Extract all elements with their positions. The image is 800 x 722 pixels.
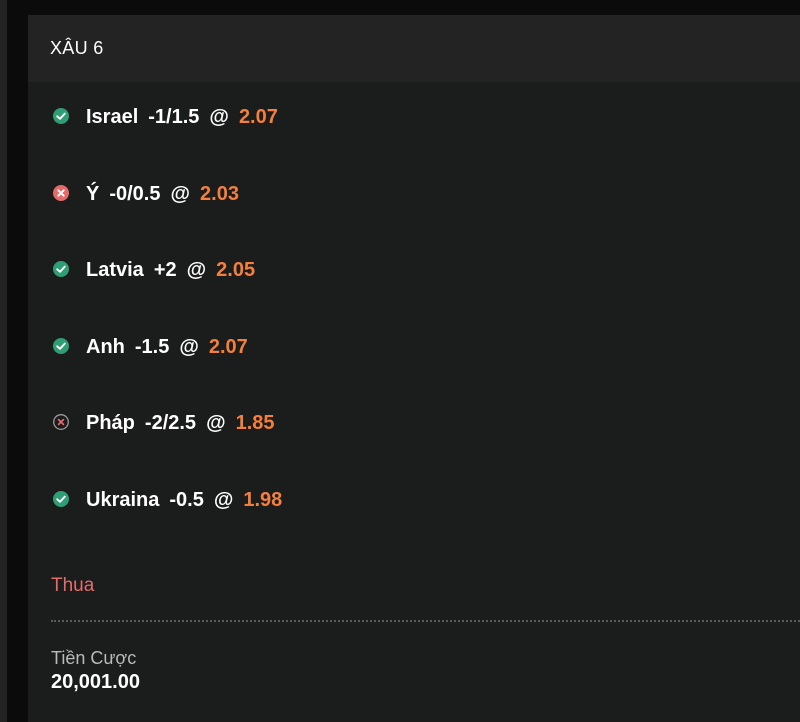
handicap: -2/2.5 [144,411,197,434]
handicap: -0.5 [169,488,204,511]
handicap: -0/0.5 [109,182,161,205]
team-name: Ý [86,182,100,205]
handicap: +2 [153,258,177,281]
check-circle-icon [52,490,72,510]
stake-label: Tiền Cược [51,648,137,668]
at-sign: @ [170,182,191,205]
handicap: -1/1.5 [148,105,200,128]
team-name: Pháp [86,411,135,434]
card-header: XÂU 6 [28,15,800,82]
bet-row: Anh -1.5 @ 2.07 [52,332,248,362]
bet-row: Pháp -2/2.5 @ 1.85 [52,408,275,438]
at-sign: @ [179,335,199,358]
team-name: Ukraina [86,488,160,511]
odds: 2.07 [238,105,278,128]
at-sign: @ [213,488,234,511]
check-circle-icon [52,260,72,280]
bet-row: Latvia +2 @ 2.05 [52,255,255,285]
parlay-card: XÂU 6 Israel -1/1.5 @ 2.07 Ý -0/0.5 @ 2.… [28,15,800,722]
at-sign: @ [186,258,207,281]
check-circle-icon [52,337,72,357]
odds: 2.03 [200,182,239,205]
bet-row: Ukraina -0.5 @ 1.98 [52,485,282,515]
odds: 2.05 [216,258,256,281]
stake-amount: 20,001.00 [51,671,140,693]
x-circle-icon [52,184,72,204]
result-status: Thua [51,575,95,596]
at-sign: @ [206,411,226,434]
at-sign: @ [209,105,229,128]
team-name: Latvia [86,258,144,281]
odds: 2.07 [208,335,248,358]
bet-row: Ý -0/0.5 @ 2.03 [52,179,239,209]
page: XÂU 6 Israel -1/1.5 @ 2.07 Ý -0/0.5 @ 2.… [0,0,800,722]
odds: 1.85 [235,411,275,434]
team-name: Israel [86,105,139,128]
odds: 1.98 [243,488,283,511]
side-panel-edge [0,0,7,722]
divider [51,620,800,622]
team-name: Anh [86,335,125,358]
bet-row: Israel -1/1.5 @ 2.07 [52,102,278,132]
x-circle-outline-icon [52,413,72,433]
card-title: XÂU 6 [50,38,104,58]
check-circle-icon [52,107,72,127]
handicap: -1.5 [134,335,170,358]
